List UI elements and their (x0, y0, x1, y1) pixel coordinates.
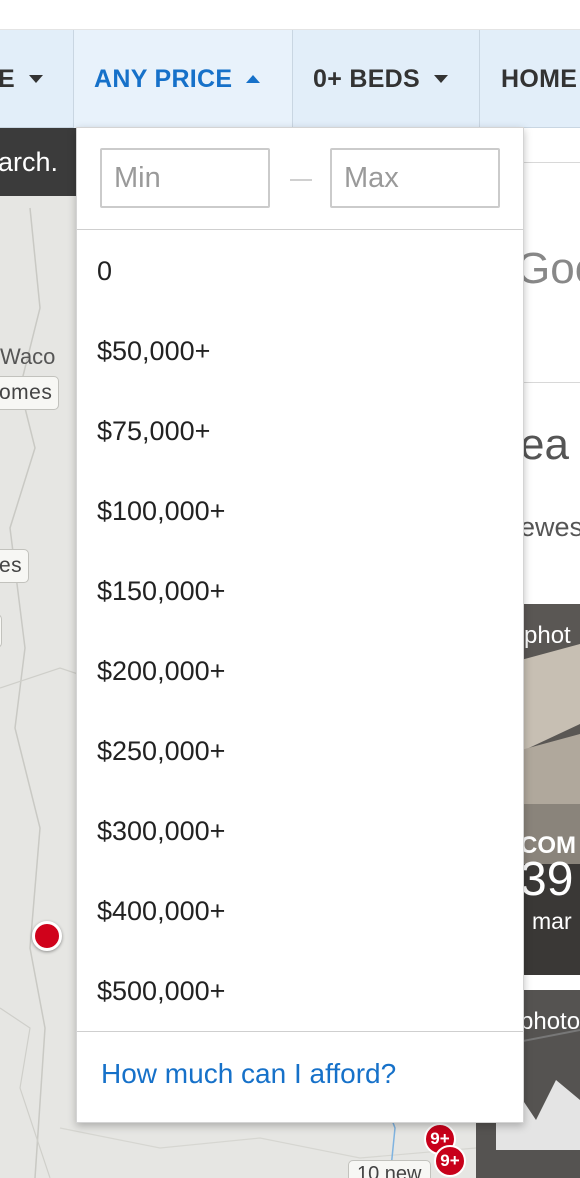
beds-filter-button[interactable]: 0+ BEDS (293, 30, 480, 128)
panel-subtext: ewes (520, 512, 580, 542)
map-city-label: Waco (0, 344, 56, 369)
home-type-filter-label: E (0, 65, 15, 94)
map-homes-label-2[interactable]: es (0, 549, 30, 583)
map-new-listings-label[interactable]: 10 new (348, 1160, 431, 1178)
price-options-list: 0 $50,000+ $75,000+ $100,000+ $150,000+ … (77, 231, 523, 1031)
price-dropdown: 0 $50,000+ $75,000+ $100,000+ $150,000+ … (76, 127, 524, 1123)
range-dash (290, 179, 312, 181)
top-header (0, 0, 580, 30)
price-range-inputs (77, 128, 523, 230)
price-option[interactable]: $200,000+ (77, 631, 523, 711)
price-filter-label: ANY PRICE (94, 64, 233, 93)
home-filter-label: HOME (501, 64, 578, 93)
listing-subtext: mar (532, 908, 572, 934)
map-homes-label-3[interactable] (0, 614, 2, 648)
panel-heading: ea (520, 420, 569, 469)
listing-photo-count: phot (524, 622, 571, 649)
price-option[interactable]: $50,000+ (77, 311, 523, 391)
price-filter-button[interactable]: ANY PRICE (74, 30, 293, 128)
price-option[interactable]: $500,000+ (77, 951, 523, 1031)
chevron-up-icon (246, 75, 261, 83)
map-pin[interactable] (32, 921, 62, 951)
price-option[interactable]: $400,000+ (77, 871, 523, 951)
home-type-filter-button[interactable]: E (0, 30, 74, 128)
max-price-input[interactable] (330, 148, 500, 208)
beds-filter-label: 0+ BEDS (313, 64, 421, 93)
listing-photo-count: photo (520, 1008, 580, 1035)
search-banner-text: arch. (0, 146, 59, 177)
price-option[interactable]: $150,000+ (77, 551, 523, 631)
price-option[interactable]: $250,000+ (77, 711, 523, 791)
map-homes-label[interactable]: omes (0, 376, 60, 410)
affordability-link[interactable]: How much can I afford? (101, 1058, 396, 1090)
price-option[interactable]: $300,000+ (77, 791, 523, 871)
filter-bar: E ANY PRICE 0+ BEDS HOME (0, 30, 580, 128)
map-cluster[interactable]: 9+ (434, 1145, 466, 1177)
price-option[interactable]: $100,000+ (77, 471, 523, 551)
dropdown-footer: How much can I afford? (77, 1031, 523, 1122)
price-option[interactable]: $75,000+ (77, 391, 523, 471)
panel-logo-text: Goo (516, 244, 580, 293)
chevron-down-icon (434, 75, 449, 83)
chevron-down-icon (28, 75, 43, 83)
min-price-input[interactable] (100, 148, 270, 208)
search-banner: arch. (0, 128, 76, 196)
listing-price: 39 (520, 853, 574, 906)
home-filter-button[interactable]: HOME (480, 30, 580, 128)
price-option[interactable]: 0 (77, 231, 523, 311)
